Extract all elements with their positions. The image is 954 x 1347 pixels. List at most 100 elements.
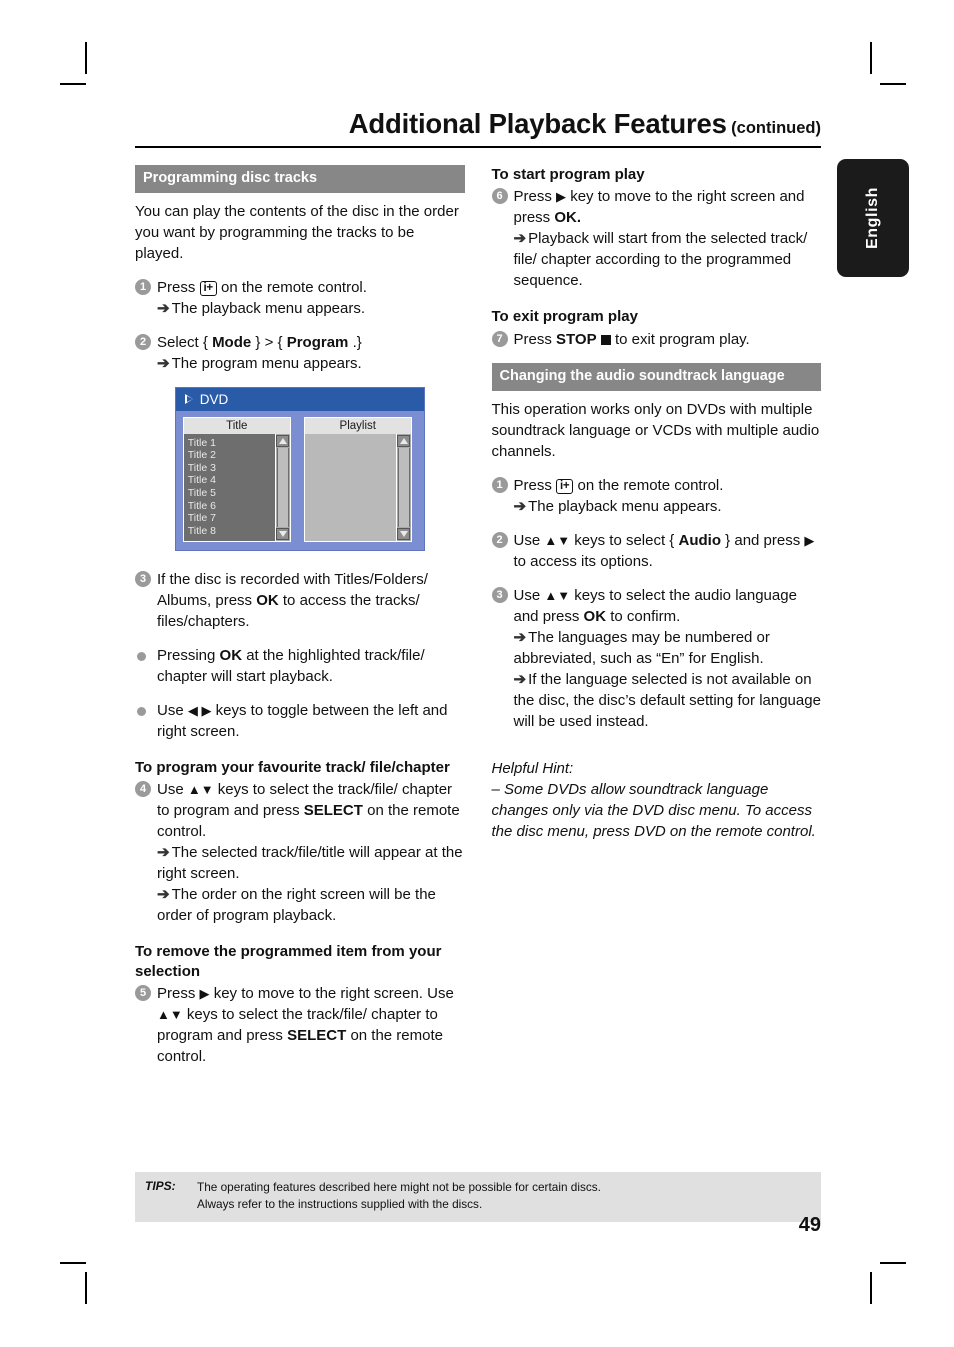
title-list-item[interactable]: Title 5 [188,487,275,500]
step-1-result-text: The playback menu appears. [171,299,366,317]
step-1: 1 Press i+ on the remote control. ➔ The p… [135,277,465,319]
step-4: 4 Use ▲▼ keys to select the track/file/ … [135,779,465,926]
subheading-exit-program-play: To exit program play [491,308,638,326]
step-number: 6 [491,188,508,205]
step-number: 2 [135,333,151,350]
step-2-select-label: Select [157,333,199,351]
step-number: 4 [135,780,151,797]
audio-step-2-part2: keys to select { [574,532,675,550]
arrow-icon: ➔ [513,671,527,689]
section-header-audio-language: Changing the audio soundtrack language [491,362,821,392]
tips-label: TIPS: [145,1179,176,1193]
crop-mark-bottom-right-vertical [870,1272,872,1304]
step-2-result: ➔ The program menu appears. [157,353,465,374]
programming-intro: You can play the contents of the disc in… [135,202,459,262]
up-down-arrow-icon: ▲▼ [544,533,571,549]
arrow-icon: ➔ [157,843,170,861]
step-number: 2 [491,532,508,549]
helpful-hint-body: – Some DVDs allow soundtrack language ch… [491,781,816,841]
playlist-pane: Playlist [303,416,412,542]
title-list-item[interactable]: Title 7 [188,512,275,525]
up-down-arrow-icon: ▲▼ [187,781,214,797]
language-tab-english: English [837,159,909,277]
audio-step-2-part3: } and press [725,532,801,550]
title-list-item[interactable]: Title 3 [188,462,275,475]
bullet-2-part1: Use [157,701,184,719]
bullet-dot-icon [137,706,146,716]
right-column: To start program play 6 Press ▶ key to m… [491,165,822,1080]
scroll-down-icon[interactable] [397,527,411,540]
audio-step-3-result-1: ➔ The languages may be numbered or abbrev… [514,627,822,669]
step-5-part1: Press [157,985,196,1003]
scroll-track[interactable] [276,447,289,527]
audio-step-3-part3: to confirm. [610,608,681,626]
title-list-item[interactable]: Title 2 [188,449,275,462]
title-list-item[interactable]: Title 4 [188,474,275,487]
step-number: 7 [491,330,508,347]
crop-mark-top-right-horizontal [880,83,906,85]
arrow-icon: ➔ [157,299,170,317]
subheading-start-program-play: To start program play [491,166,645,183]
title-list-item[interactable]: Title 1 [188,437,275,450]
step-1-text-after: on the remote control. [221,278,367,296]
audio-step-1-result: ➔ The playback menu appears. [514,496,822,517]
playlist-pane-body [303,433,412,542]
step-number: 3 [491,587,508,604]
step-7: 7 Press STOP to exit program play. [491,329,822,350]
section-header-programming: Programming disc tracks [135,165,465,193]
audio-step-2-part1: Use [513,532,541,550]
play-icon [184,394,193,405]
step-2-result-text: The program menu appears. [171,354,362,372]
info-plus-key-icon: i+ [556,479,574,495]
crop-mark-bottom-right-horizontal [880,1262,906,1264]
title-pane: Title Title 1 Title 2 Title 3 Title 4 Title … [182,416,291,542]
arrow-icon: ➔ [513,629,527,647]
scroll-track[interactable] [397,447,410,527]
audio-step-1-result-text: The playback menu appears. [528,498,722,516]
title-list-item[interactable]: Title 6 [188,500,275,513]
helpful-hint-title: Helpful Hint: [491,760,574,778]
brace-close-gt: } > { [255,333,283,351]
scroll-up-icon[interactable] [397,434,411,447]
right-arrow-icon: ▶ [804,533,815,549]
title-list-item[interactable]: Title 8 [188,525,275,538]
step-4-result-1: ➔ The selected track/file/title will appe… [157,842,465,884]
tips-line-2: Always refer to the instructions supplie… [197,1197,483,1212]
step-7-part1: Press [513,330,552,348]
audio-language-intro: This operation works only on DVDs with m… [491,401,820,461]
ok-key-label: OK [256,591,279,609]
select-key-label: SELECT [287,1027,347,1045]
left-column: Programming disc tracks You can play the… [135,165,465,1080]
title-scrollbar[interactable] [274,433,290,541]
audio-step-3-result-2-text: If the language selected is not availabl… [513,671,821,731]
up-down-arrow-icon: ▲▼ [544,588,571,604]
scroll-down-icon[interactable] [276,527,290,540]
step-4-result-2-text: The order on the right screen will be th… [157,885,436,924]
step-1-result: ➔ The playback menu appears. [157,298,465,319]
tips-line-1: The operating features described here mi… [197,1180,601,1194]
helpful-hint: Helpful Hint: – Some DVDs allow soundtra… [492,758,822,842]
tips-text: The operating features described here mi… [197,1179,601,1213]
left-right-arrow-icon: ◀ ▶ [187,702,212,718]
step-number: 1 [135,278,151,295]
select-key-label: SELECT [303,801,363,819]
audio-step-3-result-2: ➔ If the language selected is not availab… [514,669,822,732]
audio-step-3: 3 Use ▲▼ keys to select the audio langua… [491,585,822,732]
right-arrow-icon: ▶ [199,986,210,1002]
step-4-part1: Use [157,780,184,798]
language-tab-label: English [864,187,881,249]
step-5: 5 Press ▶ key to move to the right scree… [135,983,465,1067]
ok-key-label: OK [219,646,243,664]
step-6-result: ➔ Playback will start from the selected t… [514,228,822,291]
scroll-up-icon[interactable] [276,434,290,447]
menu-audio: Audio [678,532,722,550]
step-4-result-1-text: The selected track/file/title will appea… [157,843,463,882]
crop-mark-bottom-left-vertical [85,1272,87,1304]
audio-step-3-result-1-text: The languages may be numbered or abbrevi… [513,629,770,668]
audio-step-2-part4: to access its options. [513,553,653,571]
playlist-scrollbar[interactable] [395,433,411,541]
crop-mark-top-left-horizontal [60,83,86,85]
subheading-program-favourite: To program your favourite track/ file/ch… [135,758,450,776]
arrow-icon: ➔ [157,354,170,372]
step-2: 2 Select { Mode } > { Program .} ➔ The pr… [135,332,465,374]
